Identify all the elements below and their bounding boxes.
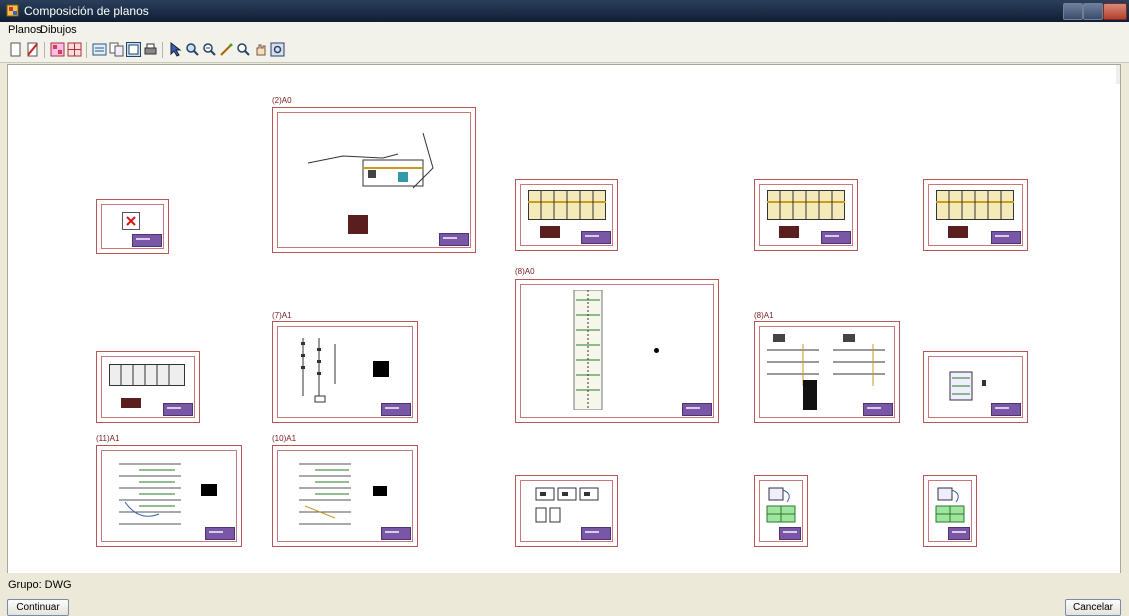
floor-plan-drawing — [936, 190, 1014, 220]
site-plan-drawing — [307, 132, 434, 189]
title-block — [132, 234, 162, 247]
legend-block — [948, 226, 968, 238]
plan-sheet[interactable] — [272, 107, 476, 253]
legend-block — [121, 398, 141, 408]
app-icon — [6, 4, 19, 17]
title-block — [581, 527, 611, 540]
plan-sheet[interactable] — [272, 321, 418, 423]
menu-dibujos[interactable]: Dibujos — [40, 24, 77, 36]
legend-block — [540, 226, 560, 238]
detail-drawing — [535, 487, 599, 523]
floor-plan-drawing — [528, 190, 606, 220]
title-block — [381, 403, 411, 416]
new-plan-icon[interactable] — [8, 42, 23, 57]
plan-sheet[interactable] — [754, 179, 858, 251]
plan-layout-canvas[interactable]: (2)A0 (8)A0 (8)A1 (7)A1 (11)A1 (10)A1 — [7, 64, 1121, 574]
menu-planos[interactable]: Planos — [8, 24, 42, 36]
title-block — [439, 233, 469, 246]
plan-sheet[interactable] — [923, 351, 1028, 423]
error-placeholder-icon — [122, 212, 140, 230]
legend-block — [373, 486, 387, 496]
toolbar — [0, 38, 1129, 63]
title-bar: Composición de planos — [0, 0, 1129, 22]
sheet-label: (8)A1 — [754, 311, 774, 320]
title-block — [863, 403, 893, 416]
section-drawing — [573, 290, 603, 410]
floor-plan-drawing — [109, 364, 185, 386]
plan-sheet[interactable] — [754, 321, 900, 423]
title-block — [381, 527, 411, 540]
detail-drawing — [949, 371, 986, 401]
title-block — [205, 527, 235, 540]
sheet-label: (7)A1 — [272, 311, 292, 320]
maximize-button[interactable] — [1083, 3, 1103, 20]
zoom-icon[interactable] — [202, 42, 217, 57]
rename-icon[interactable] — [219, 42, 234, 57]
detail-drawing — [766, 487, 796, 523]
close-button[interactable] — [1103, 3, 1127, 20]
plan-sheet[interactable] — [272, 445, 418, 547]
minimize-button[interactable] — [1063, 3, 1083, 20]
title-block — [991, 403, 1021, 416]
title-block — [991, 231, 1021, 244]
plan-sheet[interactable] — [96, 351, 200, 423]
plan-sheet[interactable] — [923, 475, 977, 547]
sheet-label: (8)A0 — [515, 267, 535, 276]
title-block — [821, 231, 851, 244]
legend-block — [779, 226, 799, 238]
title-block — [779, 527, 801, 540]
print-icon[interactable] — [143, 42, 158, 57]
sheet-label: (11)A1 — [96, 434, 120, 443]
menu-bar: Planos Dibujos — [0, 22, 1129, 38]
legend-block — [201, 484, 217, 496]
zoom-window-icon[interactable] — [185, 42, 200, 57]
plan-grid-icon[interactable] — [67, 42, 82, 57]
window-title: Composición de planos — [24, 4, 149, 18]
plan-sheet[interactable] — [515, 179, 618, 251]
legend-block — [373, 361, 389, 377]
pan-icon[interactable] — [253, 42, 268, 57]
copy-icon[interactable] — [109, 42, 124, 57]
detail-drawing — [935, 487, 965, 523]
plan-sheet[interactable] — [754, 475, 808, 547]
plan-sheet[interactable] — [515, 279, 719, 423]
installation-drawing — [299, 463, 351, 525]
select-arrow-icon[interactable] — [168, 42, 183, 57]
group-label: Grupo: DWG — [8, 579, 72, 591]
scrollbar-indicator[interactable] — [1116, 65, 1120, 84]
magnifier-icon[interactable] — [236, 42, 251, 57]
select-drawing-icon[interactable] — [126, 42, 141, 57]
plan-sheet[interactable] — [923, 179, 1028, 251]
refresh-view-icon[interactable] — [270, 42, 285, 57]
title-block — [581, 231, 611, 244]
sheet-label: (2)A0 — [272, 96, 292, 105]
title-block — [682, 403, 712, 416]
continue-button[interactable]: Continuar — [7, 599, 69, 616]
plan-list-icon[interactable] — [50, 42, 65, 57]
floor-plan-drawing — [767, 190, 845, 220]
plan-sheet[interactable] — [96, 445, 242, 547]
delete-plan-icon[interactable] — [25, 42, 40, 57]
title-block — [163, 403, 193, 416]
plan-sheet[interactable] — [515, 475, 618, 547]
point-marker — [654, 348, 659, 353]
plan-sheet[interactable] — [96, 199, 169, 254]
installation-drawing — [119, 463, 181, 525]
structure-drawing — [301, 338, 336, 403]
elevation-drawing — [767, 334, 885, 410]
plan-properties-icon[interactable] — [92, 42, 107, 57]
title-block — [948, 527, 970, 540]
cancel-button[interactable]: Cancelar — [1065, 599, 1121, 616]
legend-block — [348, 215, 368, 234]
sheet-label: (10)A1 — [272, 434, 297, 443]
footer: Grupo: DWG Continuar Cancelar — [0, 573, 1129, 616]
